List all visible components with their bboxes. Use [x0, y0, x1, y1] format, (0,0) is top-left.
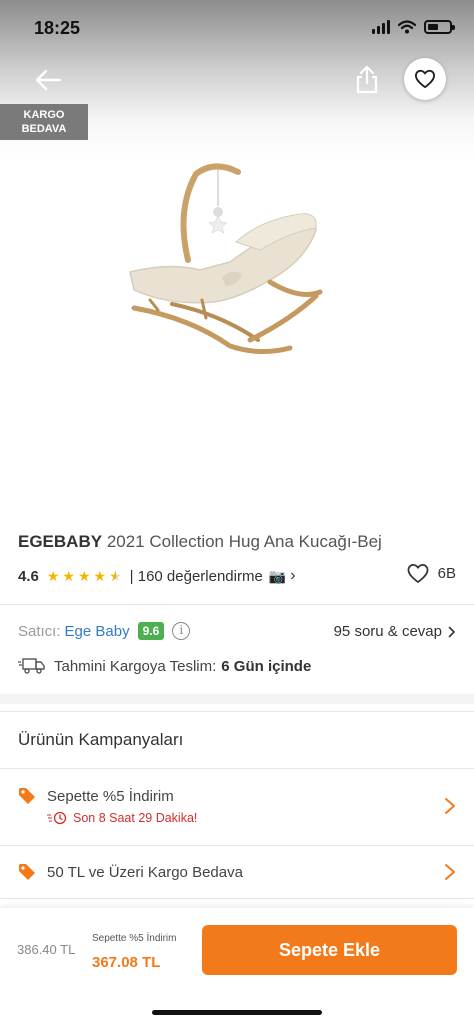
chevron-right-icon: ›	[290, 567, 296, 584]
badge-line-2: BEDAVA	[21, 123, 67, 135]
divider	[0, 898, 474, 899]
timer-icon	[47, 811, 67, 825]
questions-answers-link[interactable]: 95 soru & cevap	[334, 623, 456, 640]
section-divider	[0, 694, 474, 704]
product-image	[129, 163, 323, 354]
campaigns-title: Ürünün Kampanyaları	[18, 730, 184, 749]
status-time: 18:25	[34, 18, 81, 38]
rating-stars: ★ ★ ★ ★ ★	[47, 569, 122, 583]
delivery-label: Tahmini Kargoya Teslim:	[54, 657, 217, 675]
like-counter[interactable]: 6B	[406, 563, 456, 584]
product-gallery[interactable]: 18:25 KARGO BEDAVA	[0, 0, 474, 520]
seller-score-badge: 9.6	[137, 622, 165, 640]
battery-icon	[424, 20, 455, 34]
rating-row[interactable]: 4.6 ★ ★ ★ ★ ★ | 160 değerlendirme 📷 ›	[18, 566, 296, 586]
star-icon: ★	[62, 568, 75, 584]
old-price: 386.40 TL	[17, 942, 76, 957]
seller-name-link[interactable]: Ege Baby	[65, 623, 130, 640]
campaign-item-free-shipping[interactable]: 50 TL ve Üzeri Kargo Bedava	[0, 846, 474, 898]
divider	[0, 604, 474, 605]
bottom-purchase-bar: 386.40 TL Sepette %5 İndirim 367.08 TL S…	[0, 908, 474, 1024]
rating-value: 4.6	[18, 567, 39, 585]
back-button[interactable]	[30, 64, 66, 96]
campaign-timer: Son 8 Saat 29 Dakika!	[47, 811, 197, 825]
chevron-right-icon	[445, 798, 455, 814]
free-shipping-badge: KARGO BEDAVA	[0, 104, 88, 140]
divider	[0, 711, 474, 712]
star-icon: ★	[93, 568, 107, 584]
product-title: EGEBABY 2021 Collection Hug Ana Kucağı-B…	[18, 532, 382, 552]
half-star-icon: ★	[109, 568, 122, 584]
tag-icon	[19, 788, 35, 804]
like-count: 6B	[437, 565, 456, 582]
add-to-cart-button[interactable]: Sepete Ekle	[202, 925, 457, 975]
wifi-icon	[398, 20, 416, 34]
product-name: 2021 Collection Hug Ana Kucağı-Bej	[106, 532, 382, 551]
share-icon	[356, 65, 378, 94]
share-button[interactable]	[352, 64, 382, 96]
star-icon: ★	[77, 568, 91, 584]
heart-outline-icon	[407, 564, 429, 583]
tag-icon	[19, 864, 35, 880]
heart-icon	[414, 69, 435, 89]
campaign-label: Sepette %5 İndirim	[47, 788, 174, 805]
delivery-estimate: Tahmini Kargoya Teslim: 6 Gün içinde	[18, 657, 311, 675]
seller-label: Satıcı:	[18, 622, 61, 640]
home-indicator	[152, 1010, 322, 1015]
arrow-left-icon	[35, 69, 62, 91]
badge-line-1: KARGO	[23, 109, 65, 121]
status-bar: 18:25	[0, 0, 474, 56]
discounted-price: 367.08 TL	[92, 954, 161, 971]
favorite-button[interactable]	[404, 58, 446, 100]
status-icons	[372, 20, 455, 34]
delivery-value: 6 Gün içinde	[221, 657, 312, 675]
camera-icon: 📷	[268, 567, 287, 584]
truck-icon	[18, 658, 45, 674]
cellular-signal-icon	[372, 20, 390, 34]
info-icon[interactable]: i	[172, 622, 191, 640]
star-icon: ★	[46, 568, 60, 584]
campaign-timer-text: Son 8 Saat 29 Dakika!	[73, 811, 198, 825]
review-count: | 160 değerlendirme	[129, 567, 263, 585]
discount-label: Sepette %5 İndirim	[92, 933, 177, 944]
campaign-label: 50 TL ve Üzeri Kargo Bedava	[47, 864, 243, 881]
product-brand: EGEBABY	[18, 532, 103, 551]
chevron-right-icon	[445, 864, 455, 880]
qa-link-label: 95 soru & cevap	[333, 623, 442, 640]
campaign-item-cart-discount[interactable]: Sepette %5 İndirim Son 8 Saat 29 Dakika!	[0, 769, 474, 845]
chevron-right-icon	[448, 626, 455, 637]
seller-row: Satıcı: Ege Baby 9.6 i	[18, 622, 191, 640]
